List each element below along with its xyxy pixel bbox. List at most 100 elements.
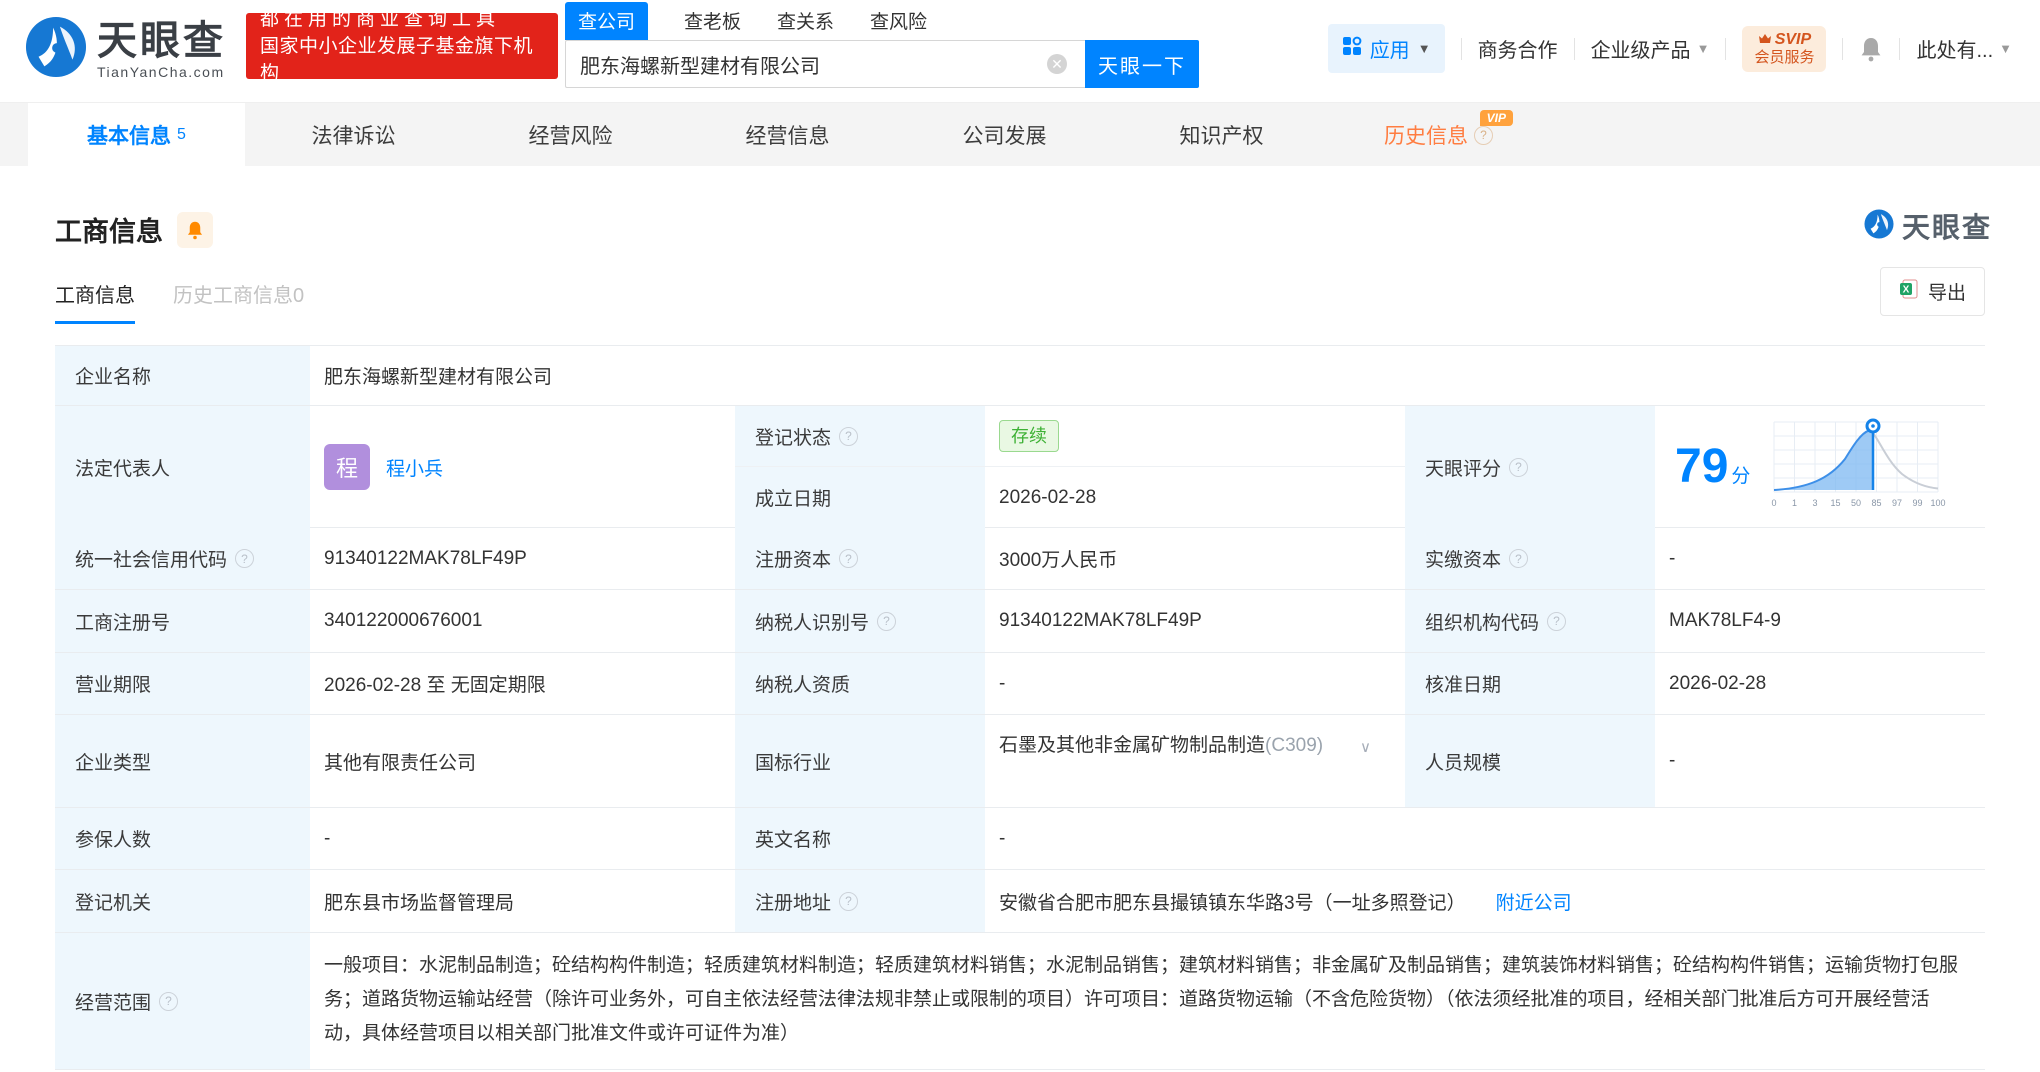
help-icon[interactable]: ?	[839, 891, 859, 911]
tab-history-info[interactable]: VIP 历史信息 ?	[1330, 103, 1547, 167]
field-label: 纳税人识别号 ?	[735, 590, 985, 652]
nearby-companies-link[interactable]: 附近公司	[1496, 888, 1572, 915]
avatar[interactable]: 程	[324, 444, 370, 490]
notification-bell-icon[interactable]	[1859, 36, 1883, 62]
apps-button[interactable]: 应用 ▼	[1327, 24, 1445, 73]
reg-capital-value: 3000万人民币	[999, 550, 1118, 571]
search-tab-company[interactable]: 查公司	[565, 2, 649, 40]
taxpayer-quals-value: -	[999, 672, 1006, 694]
reg-capital-label: 注册资本	[755, 550, 832, 571]
reg-status-cell: 存续	[985, 406, 1405, 467]
field-label: 登记状态 ?	[735, 406, 985, 467]
field-label: 英文名称	[735, 808, 985, 869]
svg-text:97: 97	[1892, 498, 1902, 508]
svg-text:15: 15	[1831, 498, 1841, 508]
search-tab-boss[interactable]: 查老板	[684, 7, 741, 40]
tab-operation-info[interactable]: 经营信息	[679, 103, 896, 167]
field-label: 组织机构代码 ?	[1405, 590, 1655, 652]
subtab-business-info[interactable]: 工商信息	[55, 279, 135, 324]
svip-sublabel: 会员服务	[1754, 48, 1815, 66]
field-label: 营业期限	[55, 653, 310, 714]
help-icon[interactable]: ?	[1547, 611, 1567, 631]
field-label: 实缴资本 ?	[1405, 528, 1655, 589]
search-tab-relation[interactable]: 查关系	[777, 7, 834, 40]
tab-basic-info-label: 基本信息	[87, 125, 172, 148]
subtab-history-business-info[interactable]: 历史工商信息0	[173, 279, 304, 308]
status-date-subgrid: 登记状态 ? 存续 成立日期 2026-02-28	[735, 406, 1405, 528]
reg-address-value: 安徽省合肥市肥东县撮镇镇东华路3号（一址多照登记）	[999, 892, 1466, 914]
monitor-bell-button[interactable]	[177, 211, 213, 248]
search-clear-icon[interactable]: ✕	[1047, 54, 1067, 74]
company-type-value: 其他有限责任公司	[324, 752, 477, 774]
chevron-down-icon: ▼	[1696, 41, 1710, 56]
legal-rep-link[interactable]: 程小兵	[386, 454, 443, 481]
score-unit: 分	[1731, 466, 1751, 487]
export-excel-icon: X	[1899, 279, 1919, 305]
search-box: ✕ 天眼一下	[565, 40, 1199, 88]
promo-banner-line2: 国家中小企业发展子基金旗下机构	[260, 35, 534, 84]
field-label: 天眼评分 ?	[1405, 406, 1655, 528]
table-row: 经营范围 ? 一般项目：水泥制品制造；砼结构构件制造；轻质建筑材料制造；轻质建筑…	[55, 933, 1985, 1070]
help-icon[interactable]: ?	[839, 549, 859, 568]
legal-rep-cell: 程 程小兵	[310, 406, 735, 528]
search-area: 查公司 查老板 查关系 查风险 ✕ 天眼一下	[565, 2, 1199, 88]
help-icon[interactable]: ?	[1509, 457, 1529, 477]
field-label: 注册资本 ?	[735, 528, 985, 589]
chevron-down-icon: ▼	[1417, 41, 1431, 56]
svip-member-button[interactable]: SVIP 会员服务	[1742, 25, 1827, 72]
taxpayer-id-label: 纳税人识别号	[755, 612, 870, 634]
more-menu[interactable]: 此处有... ▼	[1916, 34, 2012, 63]
svip-label: SVIP	[1774, 30, 1812, 48]
help-icon[interactable]: ?	[839, 426, 859, 446]
bell-icon	[187, 221, 203, 239]
help-icon[interactable]: ?	[159, 991, 179, 1011]
apps-grid-icon	[1342, 36, 1362, 61]
help-icon[interactable]: ?	[877, 611, 897, 631]
field-label: 企业名称	[55, 346, 310, 405]
business-term-value: 2026-02-28 至 无固定期限	[324, 675, 546, 696]
search-button[interactable]: 天眼一下	[1085, 40, 1199, 88]
divider	[1460, 37, 1462, 60]
tianyancha-logo[interactable]: 天眼查 TianYanCha.com	[25, 16, 226, 83]
tab-history-info-label: 历史信息	[1384, 125, 1468, 148]
divider	[1573, 37, 1575, 60]
help-icon[interactable]: ?	[1509, 549, 1529, 568]
field-label: 参保人数	[55, 808, 310, 869]
tab-basic-info-count: 5	[177, 126, 186, 143]
field-label: 经营范围 ?	[55, 933, 310, 1069]
field-label: 企业类型	[55, 715, 310, 807]
search-tabs: 查公司 查老板 查关系 查风险	[565, 2, 1199, 40]
search-input[interactable]	[565, 40, 1085, 88]
table-row: 企业名称 肥东海螺新型建材有限公司	[55, 346, 1985, 406]
help-icon[interactable]: ?	[1474, 125, 1493, 145]
tab-legal-litigation[interactable]: 法律诉讼	[245, 103, 462, 167]
divider	[1842, 37, 1844, 60]
field-label: 登记机关	[55, 870, 310, 932]
tab-intellectual-property[interactable]: 知识产权	[1113, 103, 1330, 167]
watermark-text: 天眼查	[1901, 212, 1992, 243]
reg-address-label: 注册地址	[755, 892, 832, 914]
enterprise-product-link[interactable]: 企业级产品 ▼	[1591, 34, 1710, 63]
svg-text:50: 50	[1851, 498, 1861, 508]
industry-code: (C309)	[1265, 735, 1324, 756]
business-cooperation-link[interactable]: 商务合作	[1478, 34, 1558, 63]
search-tab-risk[interactable]: 查风险	[870, 7, 927, 40]
tab-basic-info[interactable]: 基本信息 5	[28, 103, 245, 167]
score-value: 79	[1675, 440, 1729, 493]
chevron-down-icon[interactable]: ∨	[1360, 733, 1371, 763]
field-label: 注册地址 ?	[735, 870, 985, 932]
business-scope-label: 经营范围	[75, 992, 152, 1014]
field-label: 成立日期	[735, 467, 985, 528]
company-name-value: 肥东海螺新型建材有限公司	[324, 367, 553, 388]
export-button[interactable]: X 导出	[1879, 267, 1985, 316]
tab-company-development[interactable]: 公司发展	[896, 103, 1113, 167]
tianyancha-watermark-icon	[1864, 208, 1894, 244]
divider	[1899, 37, 1901, 60]
svg-text:85: 85	[1872, 498, 1882, 508]
svg-text:X: X	[1903, 284, 1910, 295]
insured-count-value: -	[324, 827, 331, 849]
tab-operation-risk[interactable]: 经营风险	[462, 103, 679, 167]
help-icon[interactable]: ?	[235, 549, 255, 568]
table-row: 营业期限 2026-02-28 至 无固定期限 纳税人资质 - 核准日期 202…	[55, 653, 1985, 715]
brand-name: 天眼查	[97, 18, 226, 63]
